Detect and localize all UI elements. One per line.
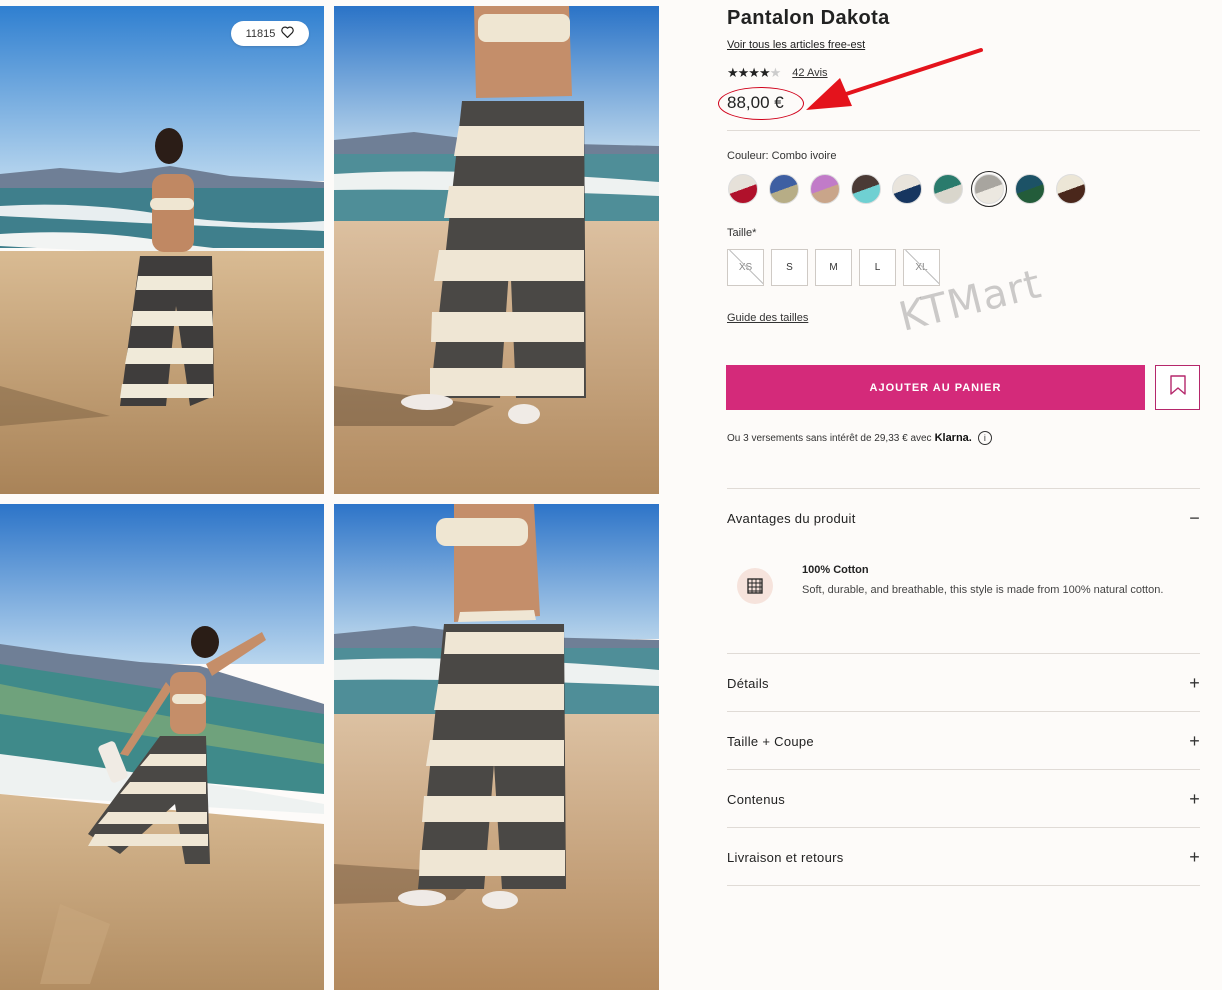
accordion-contents[interactable]: Contenus + — [727, 790, 1200, 808]
add-to-cart-button[interactable]: AJOUTER AU PANIER — [726, 365, 1145, 410]
expand-icon[interactable]: + — [1189, 732, 1200, 750]
klarna-logo: Klarna. — [934, 432, 972, 444]
product-photo-4[interactable] — [334, 504, 659, 990]
color-swatch[interactable] — [851, 174, 881, 204]
cotton-icon — [737, 568, 773, 604]
accordion-shipping[interactable]: Livraison et retours + — [727, 848, 1200, 866]
divider — [727, 130, 1200, 131]
size-label: Taille* — [727, 227, 757, 239]
collapse-icon[interactable]: − — [1189, 509, 1200, 527]
color-swatch[interactable] — [1056, 174, 1086, 204]
size-option-xs[interactable]: XS — [727, 249, 764, 286]
accordion-fit[interactable]: Taille + Coupe + — [727, 732, 1200, 750]
divider — [727, 711, 1200, 712]
expand-icon[interactable]: + — [1189, 674, 1200, 692]
size-option-xl[interactable]: XL — [903, 249, 940, 286]
accordion-benefits[interactable]: Avantages du produit − — [727, 509, 1200, 527]
heart-icon — [281, 26, 295, 41]
color-swatch[interactable] — [971, 171, 1007, 207]
product-photo-2[interactable] — [334, 6, 659, 494]
expand-icon[interactable]: + — [1189, 848, 1200, 866]
color-swatch[interactable] — [933, 174, 963, 204]
annotation-arrow — [806, 48, 983, 110]
divider — [727, 827, 1200, 828]
divider — [727, 653, 1200, 654]
product-photo-3[interactable] — [0, 504, 324, 990]
divider — [727, 488, 1200, 489]
color-swatch[interactable] — [1015, 174, 1045, 204]
size-option-s[interactable]: S — [771, 249, 808, 286]
size-option-m[interactable]: M — [815, 249, 852, 286]
expand-icon[interactable]: + — [1189, 790, 1200, 808]
accordion-details[interactable]: Détails + — [727, 674, 1200, 692]
wishlist-button[interactable]: 11815 — [231, 21, 309, 46]
color-swatch[interactable] — [892, 174, 922, 204]
color-label: Couleur: Combo ivoire — [727, 150, 837, 162]
size-guide-link[interactable]: Guide des tailles — [727, 312, 808, 324]
product-photo-1[interactable] — [0, 6, 324, 494]
save-button[interactable] — [1155, 365, 1200, 410]
wishlist-count: 11815 — [245, 27, 276, 40]
color-swatch[interactable] — [728, 174, 758, 204]
divider — [727, 885, 1200, 886]
klarna-installments: Ou 3 versements sans intérêt de 29,33 € … — [727, 431, 992, 445]
benefit-text: Soft, durable, and breathable, this styl… — [802, 584, 1164, 596]
product-title: Pantalon Dakota — [727, 7, 890, 29]
color-swatches — [728, 171, 1086, 207]
size-option-l[interactable]: L — [859, 249, 896, 286]
benefit-title: 100% Cotton — [802, 564, 869, 576]
size-options: XS S M L XL — [727, 249, 940, 286]
price-highlight-circle — [718, 87, 804, 120]
color-swatch[interactable] — [810, 174, 840, 204]
bookmark-icon — [1169, 375, 1186, 400]
rating-stars: ★★★★★ — [727, 65, 781, 80]
info-icon[interactable]: i — [977, 431, 992, 445]
color-swatch[interactable] — [769, 174, 799, 204]
divider — [727, 769, 1200, 770]
